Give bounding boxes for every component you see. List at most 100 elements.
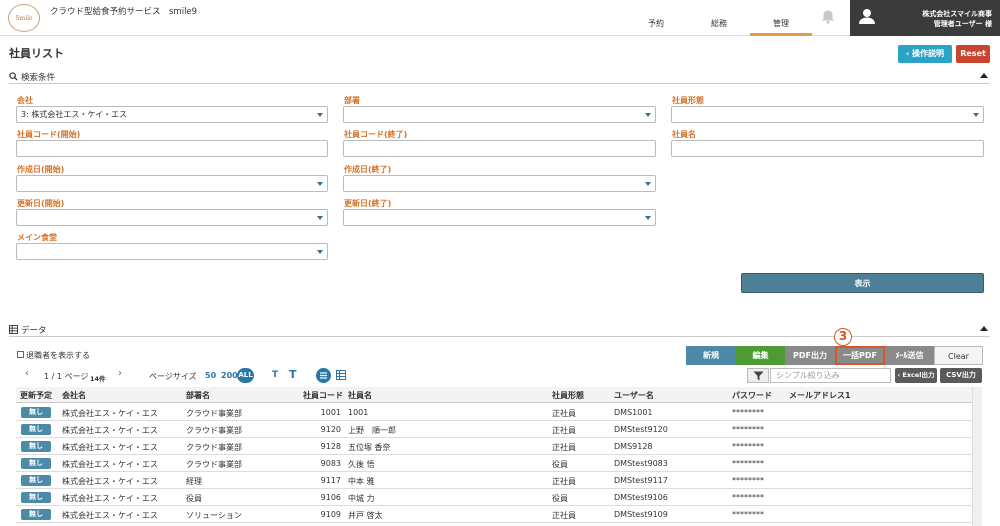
collapse-data-icon[interactable] — [980, 326, 988, 331]
clear-button[interactable]: Clear — [934, 346, 983, 365]
col-company[interactable]: 会社名 — [62, 390, 86, 401]
col-update[interactable]: 更新予定 — [20, 390, 52, 401]
col-dept[interactable]: 部署名 — [186, 390, 210, 401]
nav-general[interactable]: 総務 — [696, 16, 742, 36]
cell-code: 9128 — [320, 442, 341, 451]
app-name: クラウド型給食予約サービス smile9 — [50, 7, 198, 17]
company-select[interactable]: 3: 株式会社エス・ケイ・エス — [16, 106, 328, 123]
search-section-header[interactable]: 検索条件 — [9, 70, 990, 84]
cell-name: 井戸 啓太 — [348, 511, 383, 520]
show-retired-checkbox[interactable] — [17, 351, 24, 358]
top-bar: Smile クラウド型給食予約サービス smile9 予約 総務 管理 株式会社… — [0, 0, 1000, 36]
update-flag-button[interactable]: 無し — [21, 441, 51, 452]
reset-button[interactable]: Reset — [956, 45, 990, 63]
data-section-title: データ — [21, 326, 47, 336]
cell-name: 五位塚 香奈 — [348, 443, 391, 452]
show-button[interactable]: 表示 — [741, 273, 984, 293]
excel-export-button[interactable]: ‹ Excel出力 — [895, 368, 937, 383]
emptype-label: 社員形態 — [672, 96, 704, 105]
dept-label: 部署 — [344, 96, 360, 105]
cell-dept: クラウド事業部 — [186, 409, 242, 418]
col-email[interactable]: メールアドレス1 — [789, 390, 851, 401]
page-size-50[interactable]: 50 — [205, 371, 216, 380]
update-flag-button[interactable]: 無し — [21, 509, 51, 520]
user-panel[interactable]: 株式会社スマイル商事 管理者ユーザー 様 — [850, 0, 1000, 36]
table-row[interactable]: 無し 株式会社エス・ケイ・エス クラウド事業部 9128 五位塚 香奈 正社員 DMS912… — [16, 438, 972, 455]
page-size-all[interactable]: ALL — [237, 368, 254, 383]
col-password[interactable]: パスワード — [732, 390, 772, 401]
pager-prev-icon[interactable]: ‹ — [25, 368, 29, 379]
cell-name: 1001 — [348, 408, 369, 417]
cell-type: 正社員 — [552, 477, 576, 486]
cell-dept: クラウド事業部 — [186, 426, 242, 435]
cell-user: DMS9128 — [614, 442, 653, 451]
page-size-label: ページサイズ — [149, 372, 197, 381]
user-info: 株式会社スマイル商事 管理者ユーザー 様 — [922, 9, 992, 29]
cell-name: 中本 雅 — [348, 477, 375, 486]
emptype-select[interactable] — [671, 106, 984, 123]
cell-code: 9120 — [320, 425, 341, 434]
cell-dept: ソリューション — [186, 511, 242, 520]
col-user[interactable]: ユーザー名 — [614, 390, 654, 401]
filter-icon — [753, 371, 764, 381]
col-type[interactable]: 社員形態 — [552, 390, 584, 401]
cell-user: DMStest9120 — [614, 425, 668, 434]
cell-code: 9117 — [320, 476, 341, 485]
pager-next-icon[interactable]: › — [118, 368, 122, 379]
chevron-down-icon — [317, 216, 323, 220]
font-large-icon[interactable]: T — [289, 368, 297, 381]
user-avatar-icon — [859, 9, 875, 24]
update-flag-button[interactable]: 無し — [21, 492, 51, 503]
page-size-200[interactable]: 200 — [221, 371, 238, 380]
mail-button[interactable]: ﾒｰﾙ送信 — [885, 346, 934, 365]
cafeteria-select[interactable] — [16, 243, 328, 260]
csv-export-button[interactable]: CSV出力 — [940, 368, 982, 383]
bell-icon[interactable] — [820, 9, 836, 25]
table-row[interactable]: 無し 株式会社エス・ケイ・エス クラウド事業部 9120 上野 順一郎 正社員 DMStes… — [16, 421, 972, 438]
name-input[interactable] — [671, 140, 984, 157]
cell-name: 上野 順一郎 — [348, 426, 396, 435]
table-scrollbar[interactable] — [972, 387, 982, 526]
updated-from-select[interactable] — [16, 209, 328, 226]
filter-input[interactable]: シンプル絞り込み — [770, 368, 891, 383]
update-flag-button[interactable]: 無し — [21, 475, 51, 486]
nav-admin[interactable]: 管理 — [750, 16, 812, 36]
table-row[interactable]: 無し 株式会社エス・ケイ・エス 経理 9117 中本 雅 正社員 DMStest9117 **… — [16, 472, 972, 489]
cell-company: 株式会社エス・ケイ・エス — [62, 426, 158, 435]
created-from-label: 作成日(開始) — [17, 165, 65, 174]
pdf-button[interactable]: PDF出力 — [785, 346, 835, 365]
updated-to-select[interactable] — [343, 209, 656, 226]
table-row[interactable]: 無し 株式会社エス・ケイ・エス クラウド事業部 1001 1001 正社員 DMS1001 *… — [16, 404, 972, 421]
update-flag-button[interactable]: 無し — [21, 407, 51, 418]
created-from-select[interactable] — [16, 175, 328, 192]
col-name[interactable]: 社員名 — [348, 390, 372, 401]
nav-reserve[interactable]: 予約 — [636, 16, 676, 36]
update-flag-button[interactable]: 無し — [21, 458, 51, 469]
edit-button[interactable]: 編集 — [736, 346, 785, 365]
created-to-select[interactable] — [343, 175, 656, 192]
collapse-search-icon[interactable] — [980, 73, 988, 78]
update-flag-button[interactable]: 無し — [21, 424, 51, 435]
code-from-input[interactable] — [16, 140, 328, 157]
table-row[interactable]: 無し 株式会社エス・ケイ・エス クラウド事業部 9083 久後 悟 役員 DMStest90… — [16, 455, 972, 472]
chevron-down-icon — [645, 113, 651, 117]
table-row[interactable]: 無し 株式会社エス・ケイ・エス 役員 9106 中城 力 役員 DMStest9106 ***… — [16, 489, 972, 506]
help-button[interactable]: ‹ 操作説明 — [898, 45, 952, 63]
cell-pass: ******** — [732, 493, 764, 502]
filter-button[interactable] — [747, 368, 769, 383]
updated-to-label: 更新日(終了) — [344, 199, 392, 208]
cell-dept: 経理 — [186, 477, 202, 486]
dept-select[interactable] — [343, 106, 656, 123]
font-small-icon[interactable]: T — [272, 370, 278, 380]
cell-code: 9109 — [320, 510, 341, 519]
list-view-icon[interactable] — [316, 368, 331, 383]
grid-view-icon[interactable] — [336, 370, 346, 380]
cell-user: DMS1001 — [614, 408, 653, 417]
cell-company: 株式会社エス・ケイ・エス — [62, 443, 158, 452]
col-code[interactable]: 社員コード — [303, 390, 343, 401]
code-to-input[interactable] — [343, 140, 656, 157]
cell-type: 役員 — [552, 494, 568, 503]
bulk-pdf-button[interactable]: 一括PDF — [835, 346, 885, 365]
new-button[interactable]: 新規 — [686, 346, 736, 365]
table-row[interactable]: 無し 株式会社エス・ケイ・エス ソリューション 9109 井戸 啓太 正社員 DMStest… — [16, 506, 972, 523]
